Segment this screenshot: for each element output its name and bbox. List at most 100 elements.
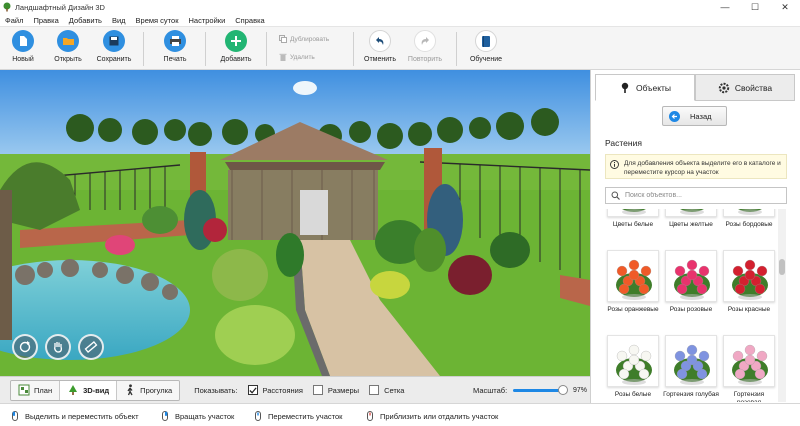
mode-walk-button[interactable]: Прогулка [117,380,180,400]
grid-checkbox[interactable]: Сетка [369,385,404,395]
catalog-item[interactable]: Цветы желтые [663,209,719,229]
add-button[interactable]: Добавить [213,30,259,68]
catalog-item[interactable]: Розы бордовые [721,209,777,229]
hand-icon [54,342,63,353]
status-bar: Выделить и переместить объект Вращать уч… [0,403,800,426]
window-controls: — ☐ ✕ [710,0,800,14]
plant-thumbnail [665,209,717,217]
plant-thumbnail [665,335,717,387]
print-button[interactable]: Печать [152,30,198,68]
duplicate-icon [279,35,287,43]
checkbox-empty [312,385,323,395]
plus-icon [225,30,247,52]
delete-label: Удалить [290,53,315,61]
tab-objects[interactable]: Объекты [595,74,695,101]
menu-view[interactable]: Вид [107,16,131,25]
info-hint-box: Для добавления объекта выделите его в ка… [605,154,787,179]
toolbar-divider [143,32,144,66]
mode-3d-label: 3D-вид [83,385,110,395]
mode-3d-button[interactable]: 3D-вид [60,380,118,400]
ruler-icon [84,341,98,353]
catalog-item[interactable]: Розы белые [605,335,661,399]
maximize-button[interactable]: ☐ [740,0,770,14]
view-bar: План 3D-вид Прогулка Показывать: Расстоя… [0,376,590,403]
catalog-scrollbar[interactable] [778,209,786,402]
learn-button[interactable]: Обучение [463,30,509,68]
arrow-left-icon [669,110,680,122]
window-title: Ландшафтный Дизайн 3D [15,2,105,12]
rotate-icon [19,341,31,353]
tab-properties[interactable]: Свойства [695,74,795,101]
undo-arrow-icon [369,30,391,52]
plant-thumbnail [723,250,775,302]
book-icon [475,30,497,52]
checkbox-empty [369,385,380,395]
scrollbar-thumb[interactable] [779,259,785,275]
undo-button[interactable]: Отменить [357,30,403,68]
search-icon [611,191,620,200]
scale-value: 97% [573,386,588,394]
toolbar-divider [205,32,206,66]
mode-plan-label: План [34,385,53,395]
catalog-item[interactable]: Гортензия голубая [663,335,719,399]
catalog-item[interactable]: Розы оранжевые [605,250,661,314]
menu-file[interactable]: Файл [0,16,28,25]
back-button-label: Назад [690,111,712,121]
sizes-checkbox[interactable]: Размеры [312,385,359,395]
section-title: Растения [605,138,642,148]
menu-add[interactable]: Добавить [64,16,107,25]
show-label: Показывать: [194,385,238,395]
catalog-item-name: Цветы желтые [669,221,713,228]
hint-select-move: Выделить и переместить объект [10,411,139,421]
plant-thumbnail [607,335,659,387]
redo-button[interactable]: Повторить [402,30,448,68]
catalog-item[interactable]: Гортензия розовая [721,335,777,402]
menu-help[interactable]: Справка [230,16,269,25]
catalog-item[interactable]: Розы красные [721,250,777,314]
distances-checkbox[interactable]: Расстояния [247,385,303,395]
menu-time-of-day[interactable]: Время суток [131,16,184,25]
delete-button[interactable]: Удалить [279,53,315,61]
mode-plan-button[interactable]: План [11,380,61,400]
close-button[interactable]: ✕ [770,0,800,14]
rotate-view-button[interactable] [12,334,38,360]
menu-edit[interactable]: Правка [28,16,63,25]
info-text: Для добавления объекта выделите его в ка… [624,160,781,176]
hint-select-move-text: Выделить и переместить объект [25,411,139,421]
learn-label: Обучение [469,56,502,63]
redo-label: Повторить [407,56,443,63]
save-button[interactable]: Сохранить [91,30,137,68]
search-input[interactable] [625,192,775,199]
save-button-label: Сохранить [96,56,132,63]
mouse-left-icon [12,411,18,421]
printer-icon [164,30,186,52]
3d-viewport[interactable] [0,70,590,376]
plan-icon [18,384,30,396]
objects-panel: Объекты Свойства Назад Растения Для доба… [590,70,800,403]
catalog-item[interactable]: Розы розовые [663,250,719,314]
checkmark-icon [247,385,258,395]
add-button-label: Добавить [220,56,252,63]
pan-view-button[interactable] [45,334,71,360]
app-tree-icon [3,2,11,12]
new-button[interactable]: Новый [0,30,46,68]
hint-rotate-text: Вращать участок [175,411,235,421]
hint-zoom-text: Приблизить или отдалить участок [380,411,499,421]
open-button[interactable]: Открыть [45,30,91,68]
walking-person-icon [127,384,133,396]
duplicate-button[interactable]: Дублировать [279,35,329,43]
tab-objects-label: Объекты [635,82,672,93]
back-button[interactable]: Назад [662,106,727,126]
plant-thumbnail [607,250,659,302]
catalog-item[interactable]: Цветы белые [605,209,661,229]
menu-settings[interactable]: Настройки [183,16,230,25]
minimize-button[interactable]: — [710,0,740,14]
scale-slider-handle[interactable] [558,385,568,395]
garden-scene-image [0,70,590,376]
measure-view-button[interactable] [78,334,104,360]
tab-properties-label: Свойства [734,82,773,93]
trash-icon [279,53,287,61]
view-mode-group: План 3D-вид Прогулка [10,379,181,401]
hint-rotate: Вращать участок [160,411,234,421]
print-button-label: Печать [163,56,187,63]
